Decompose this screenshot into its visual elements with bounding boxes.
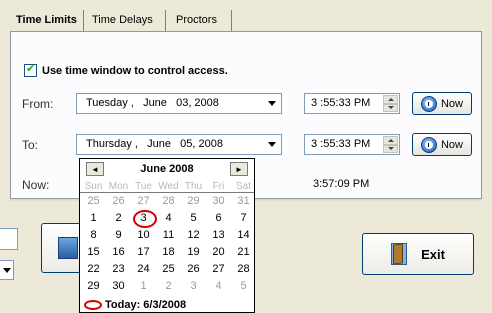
current-time-value: 3:57:09 PM: [313, 178, 370, 190]
calendar-day[interactable]: 11: [156, 229, 181, 241]
weekday-label: Sat: [235, 181, 251, 192]
clock-icon: [420, 95, 437, 112]
calendar-day[interactable]: 21: [231, 246, 256, 258]
to-time-value: 3 :55:33 PM: [311, 138, 371, 150]
calendar-day[interactable]: 5: [181, 212, 206, 224]
report-icon: [58, 237, 78, 259]
calendar-dropdown: ◄ June 2008 ► Sun Mon Tue Wed Thu Fri Sat 25 26…: [79, 158, 255, 313]
weekday-label: Mon: [108, 181, 129, 192]
next-month-button[interactable]: ►: [230, 162, 248, 176]
calendar-day[interactable]: 8: [81, 229, 106, 241]
calendar-day[interactable]: 3: [181, 280, 206, 292]
spin-up-icon[interactable]: [383, 95, 398, 104]
calendar-day[interactable]: 1: [131, 280, 156, 292]
now-label: Now:: [22, 178, 50, 192]
calendar-day[interactable]: 30: [106, 280, 131, 292]
calendar-header: ◄ June 2008 ►: [80, 159, 254, 181]
calendar-day[interactable]: 28: [156, 195, 181, 207]
exit-button[interactable]: Exit: [362, 233, 474, 275]
calendar-day[interactable]: 22: [81, 263, 106, 275]
calendar-month-title[interactable]: June 2008: [80, 163, 254, 175]
calendar-day[interactable]: 5: [231, 280, 256, 292]
clock-icon: [420, 136, 437, 153]
from-time-spin-buttons[interactable]: [383, 95, 398, 112]
from-date-picker[interactable]: Tuesday , June 03, 2008: [76, 93, 282, 114]
calendar-day[interactable]: 9: [106, 229, 131, 241]
today-label: Today: 6/3/2008: [105, 299, 187, 311]
calendar-day[interactable]: 7: [231, 212, 256, 224]
chevron-right-icon: ►: [235, 164, 243, 174]
chevron-down-icon: [2, 267, 11, 273]
calendar-day[interactable]: 19: [181, 246, 206, 258]
spin-down-icon[interactable]: [383, 144, 398, 153]
chevron-down-icon[interactable]: [263, 95, 280, 112]
calendar-day[interactable]: 31: [231, 195, 256, 207]
use-time-window-label: Use time window to control access.: [42, 64, 228, 77]
tab-time-limits[interactable]: Time Limits: [10, 10, 84, 32]
calendar-day[interactable]: 4: [206, 280, 231, 292]
calendar-day[interactable]: 4: [156, 212, 181, 224]
calendar-day[interactable]: 25: [81, 195, 106, 207]
from-label: From:: [22, 97, 54, 111]
calendar-day[interactable]: 25: [156, 263, 181, 275]
calendar-day[interactable]: 28: [231, 263, 256, 275]
calendar-day[interactable]: 13: [206, 229, 231, 241]
calendar-day[interactable]: 27: [206, 263, 231, 275]
calendar-day[interactable]: 16: [106, 246, 131, 258]
from-time-spinner[interactable]: 3 :55:33 PM: [304, 93, 400, 114]
from-time-value: 3 :55:33 PM: [311, 97, 371, 109]
to-time-spin-buttons[interactable]: [383, 136, 398, 153]
to-time-spinner[interactable]: 3 :55:33 PM: [304, 134, 400, 155]
exit-button-label: Exit: [421, 246, 445, 262]
calendar-day[interactable]: 3: [131, 210, 157, 228]
partial-dropdown[interactable]: [0, 260, 14, 280]
calendar-day[interactable]: 14: [231, 229, 256, 241]
calendar-day[interactable]: 26: [181, 263, 206, 275]
spin-down-icon[interactable]: [383, 103, 398, 112]
calendar-day[interactable]: 15: [81, 246, 106, 258]
calendar-day[interactable]: 12: [181, 229, 206, 241]
calendar-day[interactable]: 20: [206, 246, 231, 258]
weekday-label: Tue: [135, 181, 152, 192]
calendar-day[interactable]: 2: [156, 280, 181, 292]
calendar-day[interactable]: 2: [106, 212, 131, 224]
calendar-day[interactable]: 17: [131, 246, 156, 258]
calendar-day[interactable]: 26: [106, 195, 131, 207]
calendar-day[interactable]: 29: [81, 280, 106, 292]
tab-proctors[interactable]: Proctors: [170, 10, 232, 32]
from-now-label: Now: [440, 97, 463, 110]
weekday-label: Thu: [184, 181, 203, 192]
calendar-day[interactable]: 30: [206, 195, 231, 207]
partial-input-field[interactable]: [0, 228, 18, 250]
calendar-day[interactable]: 24: [131, 263, 156, 275]
from-date-value: Tuesday , June 03, 2008: [86, 97, 219, 109]
use-time-window-checkbox[interactable]: [24, 62, 37, 77]
calendar-day[interactable]: 29: [181, 195, 206, 207]
to-now-label: Now: [440, 138, 463, 151]
today-marker-icon: [84, 300, 102, 310]
calendar-day[interactable]: 18: [156, 246, 181, 258]
from-now-button[interactable]: Now: [412, 92, 472, 115]
calendar-day[interactable]: 10: [131, 229, 156, 241]
calendar-day[interactable]: 27: [131, 195, 156, 207]
to-date-picker[interactable]: Thursday , June 05, 2008: [76, 134, 282, 155]
use-time-window-row: Use time window to control access.: [24, 62, 228, 77]
today-link[interactable]: Today: 6/3/2008: [84, 299, 186, 311]
calendar-day[interactable]: 1: [81, 212, 106, 224]
weekday-label: Wed: [158, 181, 179, 192]
to-date-value: Thursday , June 05, 2008: [86, 138, 223, 150]
calendar-day[interactable]: 6: [206, 212, 231, 224]
tab-time-delays[interactable]: Time Delays: [86, 10, 166, 32]
calendar-day[interactable]: 23: [106, 263, 131, 275]
chevron-down-icon[interactable]: [263, 136, 280, 153]
weekday-label: Sun: [84, 181, 103, 192]
exit-door-icon: [391, 243, 411, 265]
weekday-header: Sun Mon Tue Wed Thu Fri Sat: [80, 181, 254, 193]
weekday-label: Fri: [212, 181, 225, 192]
to-now-button[interactable]: Now: [412, 133, 472, 156]
to-label: To:: [22, 138, 39, 152]
spin-up-icon[interactable]: [383, 136, 398, 145]
